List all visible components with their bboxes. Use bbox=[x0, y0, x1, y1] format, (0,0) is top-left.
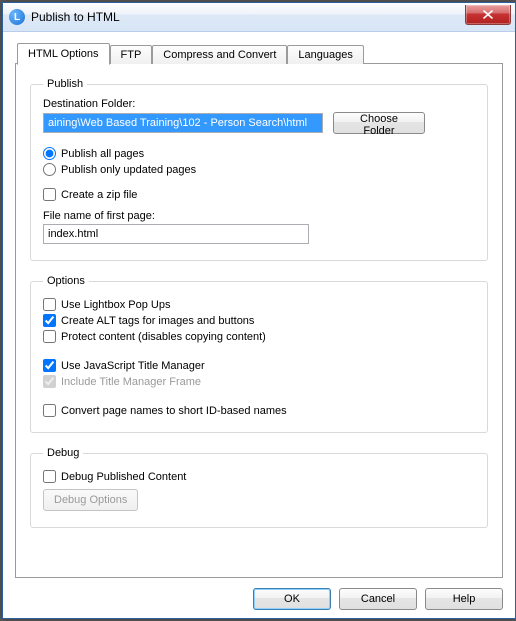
checkbox-alt-tags-label: Create ALT tags for images and buttons bbox=[61, 315, 254, 327]
checkbox-lightbox-input[interactable] bbox=[43, 298, 56, 311]
tab-panel-html-options: Publish Destination Folder: Choose Folde… bbox=[15, 63, 503, 578]
tab-html-options[interactable]: HTML Options bbox=[17, 43, 110, 65]
radio-publish-updated-input[interactable] bbox=[43, 163, 56, 176]
choose-folder-button[interactable]: Choose Folder bbox=[333, 112, 425, 134]
close-button[interactable] bbox=[465, 5, 511, 25]
dialog-window: L Publish to HTML HTML Options FTP Compr… bbox=[2, 2, 516, 619]
checkbox-convert-names[interactable]: Convert page names to short ID-based nam… bbox=[43, 404, 475, 417]
checkbox-create-zip-input[interactable] bbox=[43, 188, 56, 201]
radio-publish-updated[interactable]: Publish only updated pages bbox=[43, 163, 475, 176]
debug-options-button: Debug Options bbox=[43, 489, 138, 511]
checkbox-debug-published[interactable]: Debug Published Content bbox=[43, 470, 475, 483]
radio-publish-all[interactable]: Publish all pages bbox=[43, 147, 475, 160]
checkbox-create-zip-label: Create a zip file bbox=[61, 189, 137, 201]
checkbox-js-title-manager[interactable]: Use JavaScript Title Manager bbox=[43, 359, 475, 372]
checkbox-create-zip[interactable]: Create a zip file bbox=[43, 188, 475, 201]
group-publish: Publish Destination Folder: Choose Folde… bbox=[30, 78, 488, 261]
checkbox-protect-input[interactable] bbox=[43, 330, 56, 343]
tab-ftp[interactable]: FTP bbox=[110, 45, 153, 64]
group-publish-legend: Publish bbox=[43, 78, 87, 90]
checkbox-alt-tags[interactable]: Create ALT tags for images and buttons bbox=[43, 314, 475, 327]
checkbox-alt-tags-input[interactable] bbox=[43, 314, 56, 327]
checkbox-include-title-frame-input bbox=[43, 375, 56, 388]
checkbox-include-title-frame-label: Include Title Manager Frame bbox=[61, 376, 201, 388]
checkbox-lightbox-label: Use Lightbox Pop Ups bbox=[61, 299, 170, 311]
checkbox-protect-label: Protect content (disables copying conten… bbox=[61, 331, 266, 343]
checkbox-include-title-frame: Include Title Manager Frame bbox=[43, 375, 475, 388]
first-page-input[interactable] bbox=[43, 224, 309, 244]
checkbox-js-title-manager-label: Use JavaScript Title Manager bbox=[61, 360, 205, 372]
checkbox-protect[interactable]: Protect content (disables copying conten… bbox=[43, 330, 475, 343]
close-icon bbox=[483, 10, 493, 19]
checkbox-convert-names-label: Convert page names to short ID-based nam… bbox=[61, 405, 287, 417]
first-page-label: File name of first page: bbox=[43, 210, 475, 222]
destination-folder-input[interactable] bbox=[43, 113, 323, 133]
checkbox-convert-names-input[interactable] bbox=[43, 404, 56, 417]
checkbox-lightbox[interactable]: Use Lightbox Pop Ups bbox=[43, 298, 475, 311]
app-icon: L bbox=[9, 9, 25, 25]
destination-folder-label: Destination Folder: bbox=[43, 98, 475, 110]
checkbox-debug-published-label: Debug Published Content bbox=[61, 471, 186, 483]
cancel-button[interactable]: Cancel bbox=[339, 588, 417, 610]
dialog-footer: OK Cancel Help bbox=[15, 578, 503, 610]
titlebar: L Publish to HTML bbox=[3, 3, 515, 32]
client-area: HTML Options FTP Compress and Convert La… bbox=[3, 32, 515, 618]
tab-compress-convert[interactable]: Compress and Convert bbox=[152, 45, 287, 64]
ok-button[interactable]: OK bbox=[253, 588, 331, 610]
radio-publish-all-label: Publish all pages bbox=[61, 148, 144, 160]
group-debug: Debug Debug Published Content Debug Opti… bbox=[30, 447, 488, 528]
window-title: Publish to HTML bbox=[31, 10, 465, 24]
tab-strip: HTML Options FTP Compress and Convert La… bbox=[15, 42, 503, 64]
checkbox-debug-published-input[interactable] bbox=[43, 470, 56, 483]
checkbox-js-title-manager-input[interactable] bbox=[43, 359, 56, 372]
tab-languages[interactable]: Languages bbox=[287, 45, 363, 64]
group-options-legend: Options bbox=[43, 275, 89, 287]
radio-publish-all-input[interactable] bbox=[43, 147, 56, 160]
radio-publish-updated-label: Publish only updated pages bbox=[61, 164, 196, 176]
group-debug-legend: Debug bbox=[43, 447, 83, 459]
group-options: Options Use Lightbox Pop Ups Create ALT … bbox=[30, 275, 488, 433]
help-button[interactable]: Help bbox=[425, 588, 503, 610]
